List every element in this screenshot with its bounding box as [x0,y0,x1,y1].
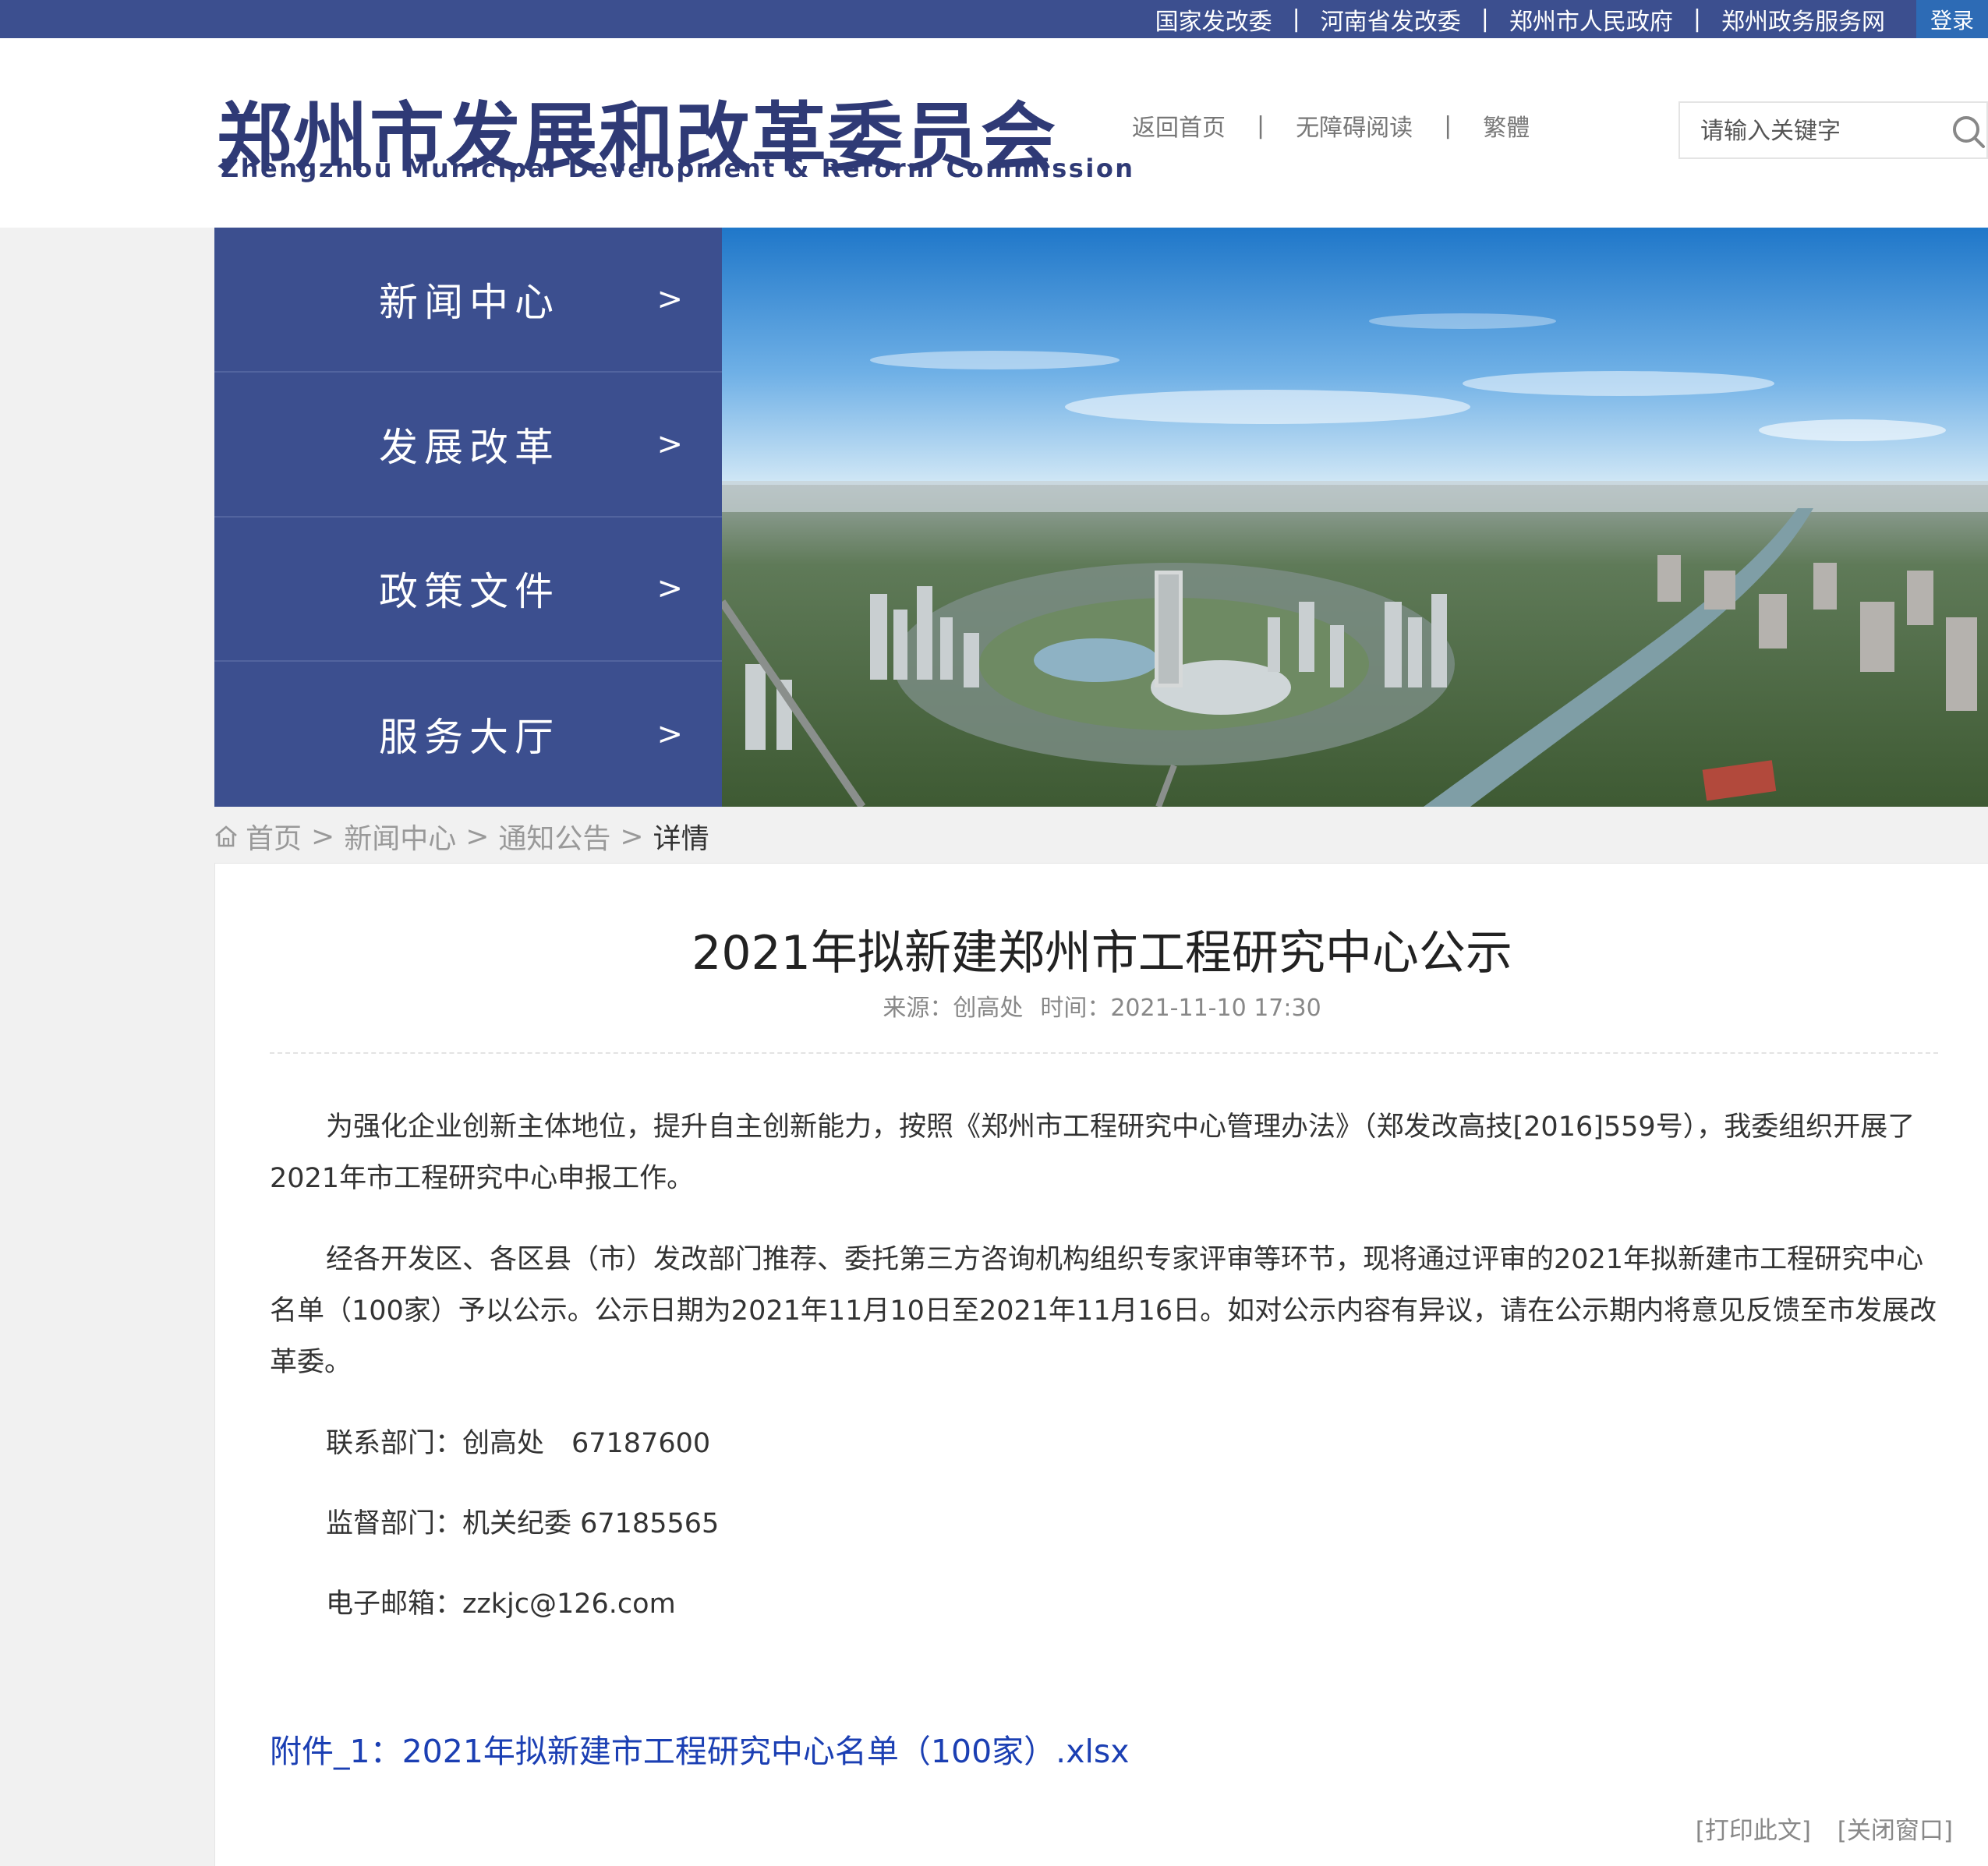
quick-link-separator: | [1257,111,1265,140]
search-input[interactable] [1699,114,1936,148]
breadcrumb: 首页 > 新闻中心 > 通知公告 > 详情 [213,816,709,857]
city-banner-image [722,228,1988,807]
breadcrumb-notices[interactable]: 通知公告 [498,816,610,857]
nav-item-news-center[interactable]: 新闻中心 > [214,228,722,373]
article-paragraph: 经各开发区、各区县（市）发改部门推荐、委托第三方咨询机构组织专家评审等环节，现将… [270,1244,1937,1378]
article-time: 时间：2021-11-10 17:30 [1040,995,1321,1022]
top-link-zhengzhou-gov[interactable]: 郑州市人民政府 [1492,2,1690,37]
home-link[interactable]: 返回首页 [1132,108,1226,143]
logo-title-en: Zhengzhou Municipal Development & Reform… [221,154,1135,183]
search-icon[interactable] [1946,112,1986,151]
login-button[interactable]: 登录 [1916,0,1988,38]
print-button[interactable]: [打印此文] [1696,1817,1811,1845]
traditional-chinese-link[interactable]: 繁體 [1483,108,1530,143]
contact-email: 电子邮箱：zzkjc@126.com [326,1589,676,1620]
nav-item-label: 政策文件 [379,569,560,615]
search-box [1678,101,1988,159]
article-source: 来源：创高处 [883,995,1024,1022]
breadcrumb-separator: > [311,820,335,853]
city-skyline-illustration [722,228,1988,807]
chevron-right-icon: > [656,281,683,317]
article-actions: [打印此文] [关闭窗口] [1677,1811,1953,1846]
contact-department: 联系部门：创高处 67187600 [326,1428,711,1459]
attachment-link[interactable]: 附件_1：2021年拟新建市工程研究中心名单（100家）.xlsx [270,1725,1130,1772]
accessibility-link[interactable]: 无障碍阅读 [1296,108,1413,143]
article-title: 2021年拟新建郑州市工程研究中心公示 [692,926,1512,981]
top-link-ndrc[interactable]: 国家发改委 [1138,2,1289,37]
nav-item-development-reform[interactable]: 发展改革 > [214,373,722,518]
top-link-separator: | [1292,5,1300,33]
top-link-separator: | [1693,5,1701,33]
article-meta: 来源：创高处 时间：2021-11-10 17:30 [215,988,1988,1023]
nav-item-label: 服务大厅 [379,715,560,761]
breadcrumb-separator: > [465,820,490,853]
breadcrumb-home[interactable]: 首页 [246,816,302,857]
home-icon [215,825,237,847]
breadcrumb-separator: > [620,820,644,853]
top-link-separator: | [1480,5,1489,33]
site-header: 郑州市发展和改革委员会 Zhengzhou Municipal Developm… [0,38,1988,228]
main-nav: 新闻中心 > 发展改革 > 政策文件 > 服务大厅 > [214,228,722,807]
close-window-button[interactable]: [关闭窗口] [1838,1817,1953,1845]
nav-item-service-hall[interactable]: 服务大厅 > [214,662,722,807]
chevron-right-icon: > [656,571,683,607]
nav-item-policy-documents[interactable]: 政策文件 > [214,518,722,663]
supervision-department: 监督部门：机关纪委 67185565 [326,1508,720,1539]
top-link-henan-drc[interactable]: 河南省发改委 [1304,2,1478,37]
chevron-right-icon: > [656,426,683,462]
quick-links: 返回首页 | 无障碍阅读 | 繁體 [1132,108,1530,143]
quick-link-separator: | [1444,111,1452,140]
chevron-right-icon: > [656,716,683,753]
nav-item-label: 发展改革 [379,424,560,470]
breadcrumb-current: 详情 [653,823,709,855]
top-link-zhengzhou-service[interactable]: 郑州政务服务网 [1704,2,1902,37]
nav-item-label: 新闻中心 [379,279,560,325]
top-links: 国家发改委 | 河南省发改委 | 郑州市人民政府 | 郑州政务服务网 [1138,0,1902,38]
article-panel: 2021年拟新建郑州市工程研究中心公示 来源：创高处 时间：2021-11-10 … [214,863,1988,1866]
title-divider [270,1052,1938,1054]
breadcrumb-news-center[interactable]: 新闻中心 [344,816,456,857]
article-body: 为强化企业创新主体地位，提升自主创新能力，按照《郑州市工程研究中心管理办法》（郑… [270,1101,1938,1659]
top-bar: 国家发改委 | 河南省发改委 | 郑州市人民政府 | 郑州政务服务网 登录 [0,0,1988,38]
article-paragraph: 为强化企业创新主体地位，提升自主创新能力，按照《郑州市工程研究中心管理办法》（郑… [270,1111,1915,1194]
